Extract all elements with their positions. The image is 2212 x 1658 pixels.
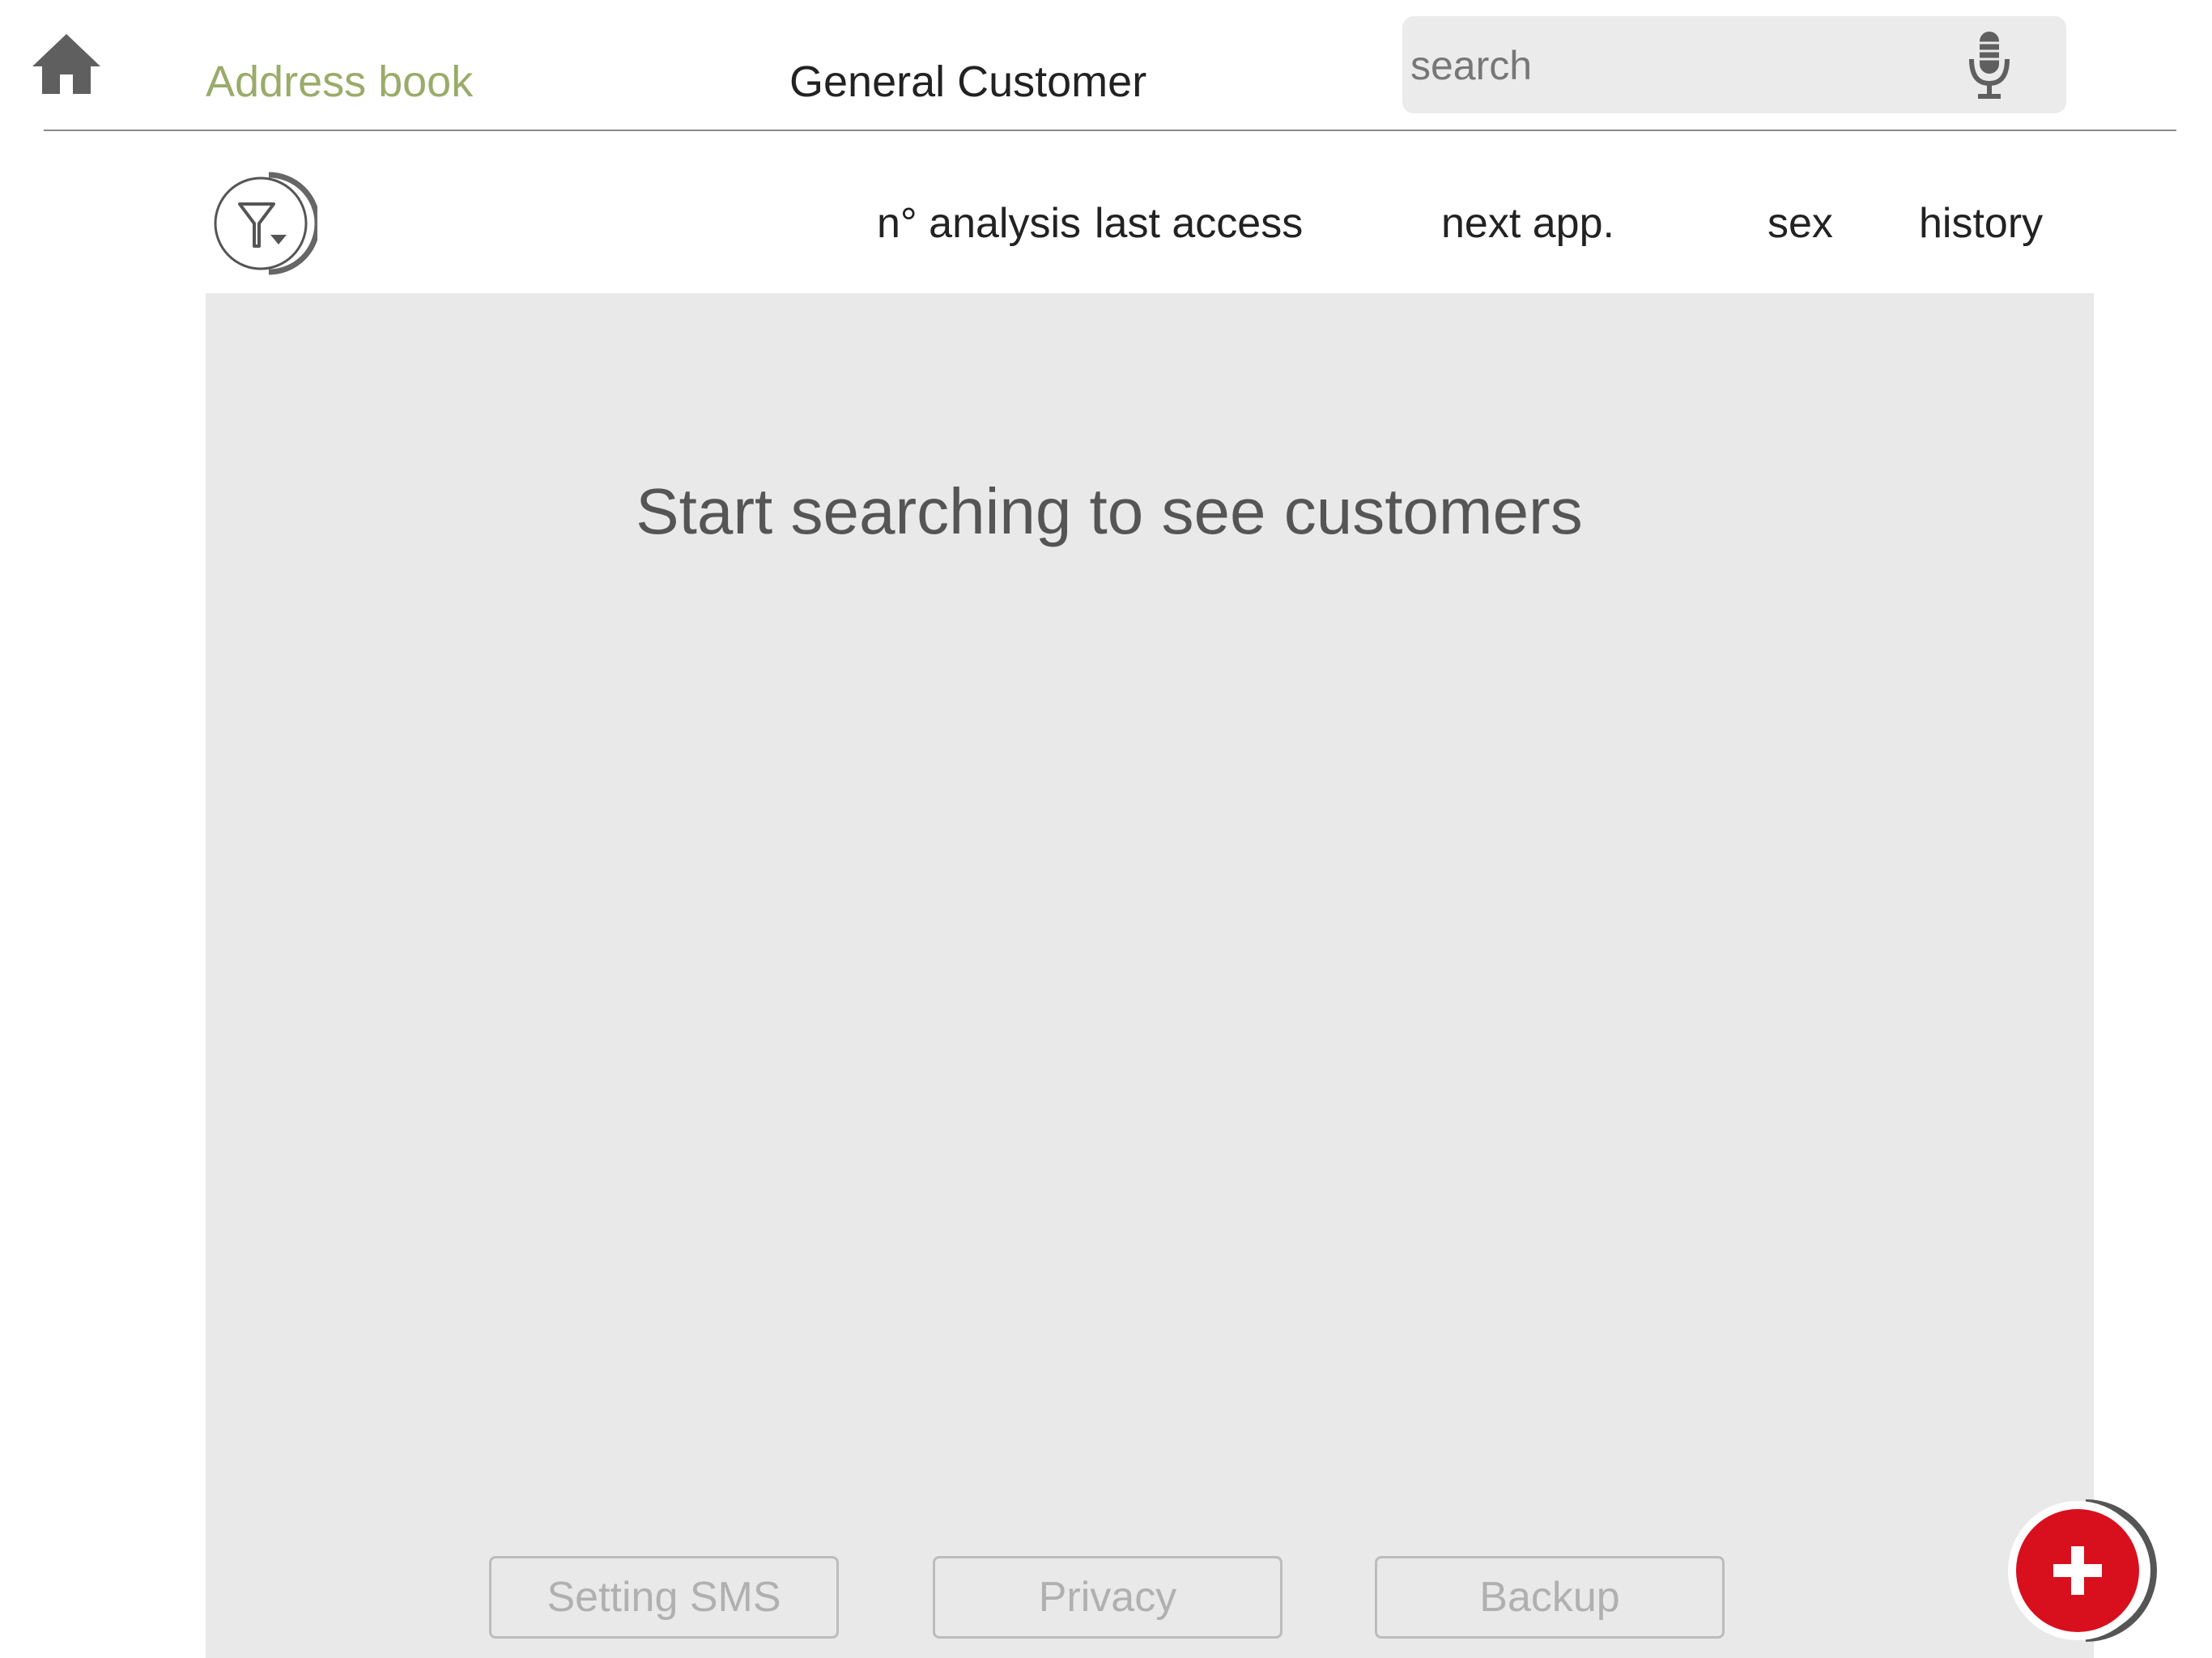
column-header-history[interactable]: history — [1919, 194, 2043, 253]
column-header-last-access[interactable]: last access — [1095, 194, 1303, 253]
microphone-button[interactable] — [1953, 29, 2026, 102]
address-book-screen: Address book General Customer n° analysi… — [0, 0, 2212, 1658]
backup-button[interactable]: Backup — [1375, 1556, 1725, 1639]
search-bar — [1402, 16, 2066, 113]
plus-icon — [2008, 1499, 2157, 1642]
address-book-title[interactable]: Address book — [206, 52, 473, 112]
setting-sms-button[interactable]: Setting SMS — [489, 1556, 839, 1639]
column-header-next-app[interactable]: next app. — [1441, 194, 1614, 253]
empty-state-message: Start searching to see customers — [636, 475, 1583, 547]
filter-icon — [214, 172, 321, 275]
header-divider — [44, 130, 2176, 131]
privacy-button[interactable]: Privacy — [933, 1556, 1283, 1639]
column-header-analysis[interactable]: n° analysis — [877, 194, 1081, 253]
add-customer-button[interactable] — [2005, 1496, 2159, 1650]
general-customer-title[interactable]: General Customer — [789, 52, 1146, 112]
home-button[interactable] — [29, 29, 104, 97]
column-header-sex[interactable]: sex — [1767, 194, 1833, 253]
customer-list-panel: Start searching to see customers Setting… — [206, 293, 2094, 1658]
microphone-icon — [1969, 32, 2010, 99]
filter-button[interactable] — [212, 172, 321, 277]
home-icon — [32, 34, 100, 94]
search-input[interactable] — [1409, 32, 1930, 99]
